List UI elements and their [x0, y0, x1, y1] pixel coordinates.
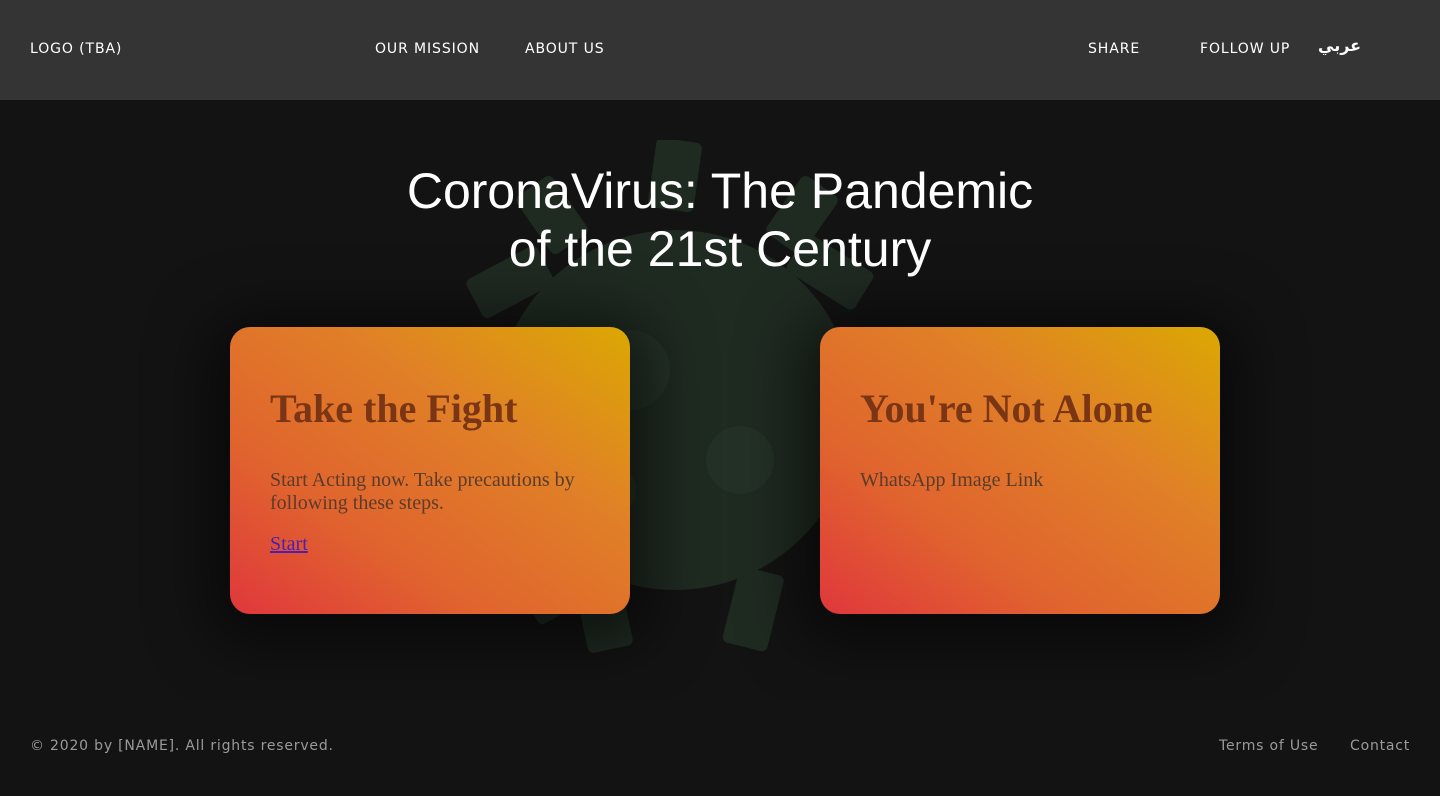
start-link[interactable]: Start: [270, 533, 308, 556]
whatsapp-image-link-text: WhatsApp Image Link: [860, 469, 1044, 491]
contact-link[interactable]: Contact: [1350, 738, 1410, 754]
logo-link[interactable]: LOGO (TBA): [30, 41, 122, 57]
card-title: You're Not Alone: [860, 386, 1153, 431]
language-switch[interactable]: عربي: [1318, 36, 1361, 55]
nav-share[interactable]: SHARE: [1088, 41, 1140, 57]
site-header: LOGO (TBA) OUR MISSION ABOUT US SHARE FO…: [0, 0, 1440, 100]
nav-follow-up[interactable]: FOLLOW UP: [1200, 41, 1290, 57]
terms-of-use-link[interactable]: Terms of Use: [1219, 738, 1318, 754]
card-title: Take the Fight: [270, 386, 518, 431]
hero-title-line-2: of the 21st Century: [508, 221, 932, 277]
nav-about-us[interactable]: ABOUT US: [525, 41, 605, 57]
hero-title: CoronaVirus: The Pandemic of the 21st Ce…: [0, 162, 1440, 278]
hero-title-line-1: CoronaVirus: The Pandemic: [406, 163, 1034, 219]
card-take-the-fight: Take the Fight Start Acting now. Take pr…: [230, 327, 630, 614]
card-not-alone: You're Not Alone WhatsApp Image Link: [820, 327, 1220, 614]
nav-our-mission[interactable]: OUR MISSION: [375, 41, 480, 57]
card-text: Start Acting now. Take precautions by fo…: [270, 469, 575, 514]
copyright-text: © 2020 by [NAME]. All rights reserved.: [30, 738, 334, 754]
hero-section: CoronaVirus: The Pandemic of the 21st Ce…: [0, 100, 1440, 700]
